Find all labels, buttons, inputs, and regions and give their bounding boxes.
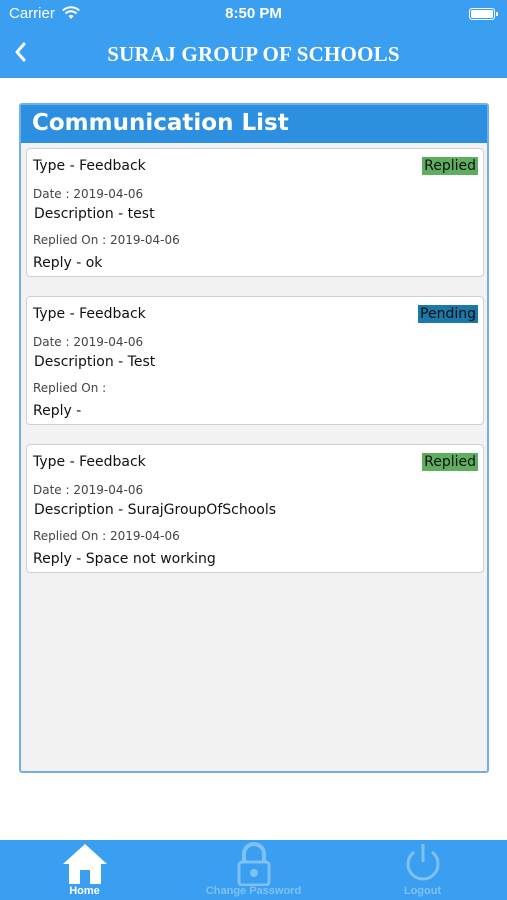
panel-title: Communication List [21,105,487,143]
item-reply: Reply - [33,403,82,419]
item-description: Description - SurajGroupOfSchools [34,502,277,518]
status-badge: Replied [422,453,478,471]
page-title: SURAJ GROUP OF SCHOOLS [107,42,400,66]
item-type: Type - Feedback [33,158,146,174]
communication-list-panel: Communication List Type - Feedback Repli… [19,103,489,773]
item-date: Date : 2019-04-06 [33,187,144,201]
lock-icon [237,842,270,886]
item-description: Description - test [34,206,155,222]
status-bar: Carrier 8:50 PM [0,0,507,28]
tab-change-password[interactable]: Change Password [169,840,338,900]
status-badge: Replied [422,157,478,175]
communication-item[interactable]: Type - Feedback Replied Date : 2019-04-0… [26,148,484,277]
home-icon [62,844,107,884]
tab-logout-label: Logout [403,885,442,897]
status-badge: Pending [418,305,478,323]
communication-item[interactable]: Type - Feedback Pending Date : 2019-04-0… [26,296,484,425]
item-date: Date : 2019-04-06 [33,335,144,349]
item-type: Type - Feedback [33,454,146,470]
item-replied-on: Replied On : 2019-04-06 [33,233,180,247]
battery-icon [469,8,498,20]
item-type: Type - Feedback [33,306,146,322]
tab-change-password-label: Change Password [205,885,302,897]
navigation-bar: SURAJ GROUP OF SCHOOLS [0,28,507,78]
power-icon [406,844,439,881]
item-description: Description - Test [34,354,156,370]
tab-bar: Home Change Password Logout [0,840,507,900]
tab-home[interactable]: Home [0,840,169,900]
item-reply: Reply - ok [33,255,103,271]
item-reply: Reply - Space not working [33,551,216,567]
item-replied-on: Replied On : [33,381,107,395]
tab-home-label: Home [69,885,100,897]
item-replied-on: Replied On : 2019-04-06 [33,529,180,543]
status-time: 8:50 PM [225,5,282,22]
tab-logout[interactable]: Logout [338,840,507,900]
communication-item[interactable]: Type - Feedback Replied Date : 2019-04-0… [26,444,484,573]
item-date: Date : 2019-04-06 [33,483,144,497]
